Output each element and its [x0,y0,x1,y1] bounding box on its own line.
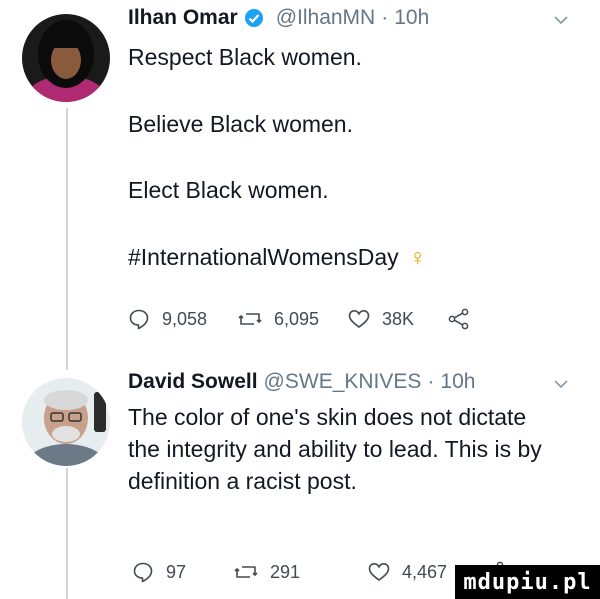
retweet-button[interactable]: 6,095 [238,308,348,330]
avatar-david-sowell [22,378,110,466]
retweet-count: 291 [270,561,301,582]
tweet-text-line: the integrity and ability to lead. This … [128,436,542,462]
author-name[interactable]: Ilhan Omar [128,6,238,30]
share-button[interactable] [448,308,482,330]
timestamp[interactable]: 10h [394,6,429,30]
reply-icon [133,562,153,583]
reply-button[interactable]: 9,058 [128,308,238,330]
author-name[interactable]: David Sowell [128,370,258,394]
tweet-david-sowell[interactable]: David Sowell @SWE_KNIVES · 10h The color… [128,370,590,494]
retweet-button[interactable]: 291 [234,561,368,583]
tweet-text-line: Believe Black women. [128,111,353,137]
tweet-text-line: definition a racist post. [128,468,357,494]
separator-dot: · [381,6,389,29]
action-bar: 9,058 6,095 38K [128,308,482,330]
thread-line-bottom [66,468,68,599]
tweet-ilhan-omar[interactable]: Ilhan Omar @IlhanMN · 10h Respect Black … [128,6,590,270]
timestamp[interactable]: 10h [440,370,475,394]
tweet-header: David Sowell @SWE_KNIVES · 10h [128,370,590,394]
site-watermark: mdupiu.pl [455,565,600,599]
reply-count: 9,058 [162,308,208,329]
author-handle[interactable]: @SWE_KNIVES [264,370,422,394]
reply-icon [129,309,149,330]
avatar[interactable] [22,14,110,102]
like-count: 4,467 [402,561,448,582]
heart-icon [348,309,370,328]
like-button[interactable]: 38K [348,309,448,330]
author-handle[interactable]: @IlhanMN [276,6,376,30]
share-icon [448,308,469,330]
retweet-icon [238,313,262,325]
thread-line-top [66,108,68,370]
tweet-text-line: The color of one's skin does not dictate [128,404,527,430]
reply-count: 97 [166,561,187,582]
hashtag-link[interactable]: #InternationalWomensDay [128,244,399,270]
chevron-down-icon[interactable] [554,376,568,394]
verified-badge-icon [244,8,264,28]
like-count: 38K [382,308,415,329]
female-sign-emoji: ♀ [409,244,427,270]
avatar[interactable] [22,378,110,466]
separator-dot: · [427,370,435,393]
avatar-ilhan-omar [22,14,110,102]
tweet-text-line: Respect Black women. [128,44,362,70]
tweet-header: Ilhan Omar @IlhanMN · 10h [128,6,590,30]
heart-icon [368,562,390,581]
chevron-down-icon[interactable] [554,12,568,30]
reply-button[interactable]: 97 [132,561,234,583]
tweet-text-line: Elect Black women. [128,177,329,203]
tweet-hashtag-line: #InternationalWomensDay ♀ [128,242,426,272]
retweet-icon [234,566,258,578]
retweet-count: 6,095 [274,308,320,329]
